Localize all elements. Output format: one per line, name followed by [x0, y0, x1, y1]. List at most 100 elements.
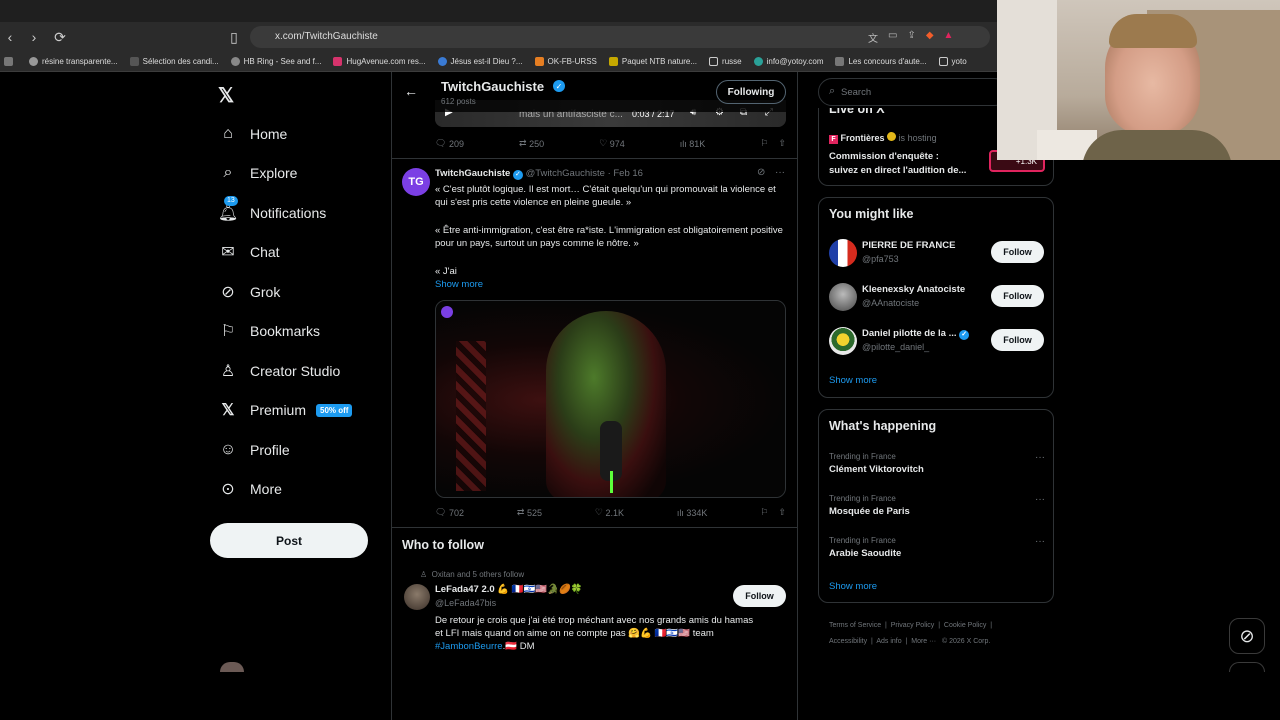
bookmark-item[interactable]: OK-FB-URSS — [534, 57, 597, 66]
suggested-handle[interactable]: @LeFada47bis — [435, 598, 496, 608]
nav-premium[interactable]: 𝕏 Premium 50% off — [218, 398, 353, 422]
tweet-video[interactable] — [435, 300, 786, 498]
translate-icon[interactable]: 文 — [868, 30, 878, 45]
previous-tweet-actions: 🗨︎ 209 ⇄ 250 ♡ 974 ılı 81K ⚐ ⇧ — [435, 138, 786, 149]
nav-more[interactable]: ⊙ More — [218, 477, 282, 501]
nav-notifications[interactable]: 🔔︎ 13 Notifications — [218, 196, 326, 225]
nav-grok[interactable]: ⊘ Grok — [218, 280, 280, 304]
nav-bookmarks[interactable]: ⚐ Bookmarks — [218, 319, 320, 343]
follow-button[interactable]: Follow — [733, 585, 786, 607]
post-button[interactable]: Post — [210, 523, 368, 558]
show-more-link[interactable]: Show more — [829, 581, 877, 592]
repost-icon: ⇄ — [516, 507, 525, 517]
bookmark-icon[interactable]: ⚐ — [760, 507, 768, 518]
nav-profile[interactable]: ☺ Profile — [218, 438, 290, 462]
repost-button[interactable]: ⇄ 525 — [517, 507, 542, 518]
suggestion-name[interactable]: Kleenexsky Anatociste — [862, 284, 965, 295]
bookmark-folder[interactable]: russe — [709, 57, 742, 66]
views-button[interactable]: ılı 334K — [677, 507, 708, 518]
show-more-link[interactable]: Show more — [829, 375, 877, 386]
nav-chat[interactable]: ✉ Chat — [218, 240, 279, 264]
bookmark-item[interactable]: Jésus est-il Dieu ?... — [437, 57, 523, 66]
cast-icon[interactable]: ▭ — [888, 30, 897, 45]
trend-context: Trending in France — [829, 452, 896, 461]
bookmark-item[interactable]: HugAvenue.com res... — [333, 57, 426, 66]
bookmark-item[interactable]: Les concours d'aute... — [835, 57, 927, 66]
bookmark-icon[interactable]: ⚐ — [760, 138, 768, 149]
follow-button[interactable]: Follow — [991, 241, 1044, 263]
search-box[interactable]: ⌕ Search — [818, 78, 1008, 106]
reply-button[interactable]: 🗨︎ 209 — [435, 138, 464, 149]
nav-explore[interactable]: ⌕ Explore — [218, 161, 298, 185]
live-description[interactable]: Commission d'enquête : suivez en direct … — [829, 150, 966, 178]
back-arrow-icon[interactable]: ← — [404, 83, 418, 99]
suggestion-name[interactable]: Daniel pilotte de la ... — [862, 328, 957, 339]
bookmark-item[interactable] — [4, 57, 17, 66]
reload-icon[interactable]: ⟳ — [50, 27, 70, 47]
back-arrow-icon[interactable]: ‹ — [0, 27, 20, 47]
brave-shield-icon[interactable]: ◆ — [926, 30, 934, 45]
x-logo-icon[interactable]: 𝕏 — [218, 83, 234, 108]
more-options-icon[interactable]: ··· — [1035, 536, 1045, 547]
more-options-icon[interactable]: ··· — [1035, 452, 1045, 463]
account-avatar[interactable] — [220, 662, 244, 672]
messages-floating-button[interactable] — [1229, 662, 1265, 672]
tweet-header: TwitchGauchiste ✓ @TwitchGauchiste · Feb… — [435, 168, 786, 180]
bookmark-folder[interactable]: yoto — [938, 57, 967, 66]
footer-link[interactable]: Privacy Policy — [891, 622, 935, 629]
forward-arrow-icon[interactable]: › — [24, 27, 44, 47]
suggestion-handle[interactable]: @pilotte_daniel_ — [862, 342, 929, 352]
repost-button[interactable]: ⇄ 250 — [519, 138, 544, 149]
bookmark-item[interactable]: HB Ring - See and f... — [230, 57, 321, 66]
premium-discount-badge: 50% off — [316, 403, 353, 417]
bookmark-item[interactable]: résine transparente... — [29, 57, 118, 66]
more-options-icon[interactable]: ··· — [1035, 494, 1045, 505]
suggested-avatar[interactable] — [404, 584, 430, 610]
share-icon[interactable]: ⇪ — [907, 30, 915, 45]
footer-link[interactable]: Accessibility — [829, 638, 867, 645]
bookmark-item[interactable]: info@yotoy.com — [753, 57, 823, 66]
gold-check-icon — [887, 132, 897, 141]
live-host-name[interactable]: Frontières — [841, 133, 885, 143]
like-button[interactable]: ♡ 974 — [599, 138, 625, 149]
tweet-paragraph: « C'est plutôt logique. Il est mort… C'é… — [435, 184, 776, 208]
suggestion-handle[interactable]: @AAnatociste — [862, 298, 919, 308]
bookmark-page-icon[interactable]: ▯ — [224, 27, 244, 47]
suggestion-avatar[interactable] — [829, 327, 857, 355]
trend-item[interactable]: Trending in France Arabie Saoudite ··· — [829, 536, 1045, 559]
suggestion-name[interactable]: PIERRE DE FRANCE — [862, 240, 955, 251]
tweet-date[interactable]: · Feb 16 — [608, 168, 643, 179]
grok-icon[interactable]: ⊘ — [757, 167, 765, 178]
tweet-avatar[interactable]: TG — [402, 168, 430, 196]
brave-rewards-icon[interactable]: ▲ — [944, 30, 954, 45]
show-more-link[interactable]: Show more — [435, 279, 483, 290]
suggested-name[interactable]: LeFada47 2.0 💪 🇫🇷🇮🇱🇺🇸🐊🏉🍀 — [435, 584, 583, 595]
mail-icon: ✉ — [221, 244, 235, 261]
share-icon[interactable]: ⇧ — [778, 138, 786, 149]
footer-link[interactable]: Terms of Service — [829, 622, 881, 629]
share-icon[interactable]: ⇧ — [778, 507, 786, 518]
suggestion-avatar[interactable] — [829, 239, 857, 267]
tweet-author-name[interactable]: TwitchGauchiste — [435, 168, 510, 179]
tweet-handle[interactable]: @TwitchGauchiste — [526, 168, 605, 179]
footer-link[interactable]: Ads info — [876, 638, 901, 645]
follow-button[interactable]: Follow — [991, 285, 1044, 307]
like-button[interactable]: ♡ 2.1K — [595, 507, 624, 518]
trend-item[interactable]: Trending in France Clément Viktorovitch … — [829, 452, 1045, 475]
views-button[interactable]: ılı 81K — [680, 138, 706, 149]
follow-button[interactable]: Follow — [991, 329, 1044, 351]
nav-home[interactable]: ⌂ Home — [218, 122, 287, 146]
grok-floating-button[interactable]: ⊘ — [1229, 618, 1265, 654]
more-options-icon[interactable]: ··· — [775, 167, 785, 178]
bookmark-item[interactable]: Paquet NTB nature... — [608, 57, 697, 66]
suggestion-avatar[interactable] — [829, 283, 857, 311]
trend-item[interactable]: Trending in France Mosquée de Paris ··· — [829, 494, 1045, 517]
footer-link[interactable]: Cookie Policy — [944, 622, 986, 629]
reply-button[interactable]: 🗨︎ 702 — [435, 507, 464, 518]
bookmark-item[interactable]: Sélection des candi... — [129, 57, 219, 66]
nav-creator-studio[interactable]: ♙ Creator Studio — [218, 359, 340, 383]
hashtag-link[interactable]: #JambonBeurre — [435, 641, 503, 652]
footer-link[interactable]: More ··· — [911, 638, 936, 645]
suggestion-handle[interactable]: @pfa753 — [862, 254, 899, 264]
following-button[interactable]: Following — [716, 80, 786, 104]
